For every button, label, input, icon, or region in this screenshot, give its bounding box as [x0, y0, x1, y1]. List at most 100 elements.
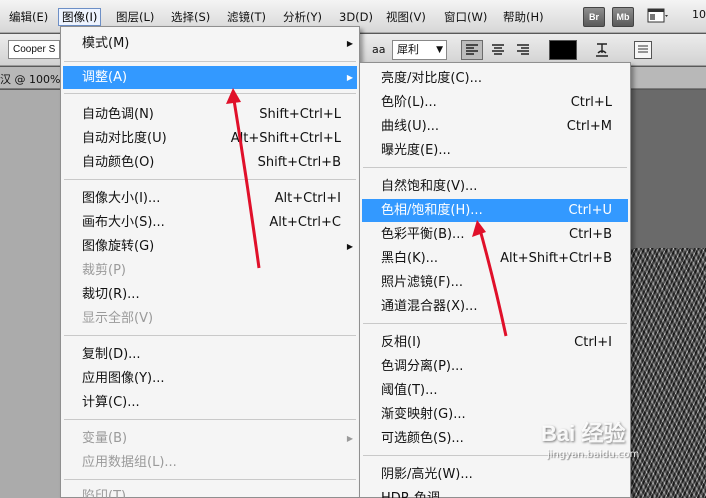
watermark-url: jingyan.baidu.com	[547, 449, 640, 460]
menu-item-image-size[interactable]: 图像大小(I)... Alt+Ctrl+I	[63, 187, 357, 210]
menu-item-shortcut: Ctrl+U	[568, 203, 612, 218]
menu-help[interactable]: 帮助(H)	[500, 8, 547, 26]
menu-filter[interactable]: 滤镜(T)	[224, 8, 269, 26]
baidu-watermark: Bai 经验 jingyan.baidu.com	[541, 416, 691, 476]
menu-item-shortcut: Ctrl+B	[569, 227, 612, 242]
menu-3d[interactable]: 3D(D)	[336, 8, 376, 26]
menu-view[interactable]: 视图(V)	[383, 8, 429, 26]
menu-item-label: 变量(B)	[82, 431, 128, 446]
menu-item-color-balance[interactable]: 色彩平衡(B)... Ctrl+B	[362, 223, 628, 246]
menu-item-shortcut: Alt+Ctrl+I	[274, 191, 341, 206]
menu-item-mode[interactable]: 模式(M) ▶	[63, 32, 357, 55]
menu-item-crop[interactable]: 裁剪(P)	[63, 259, 357, 282]
baidu-logo: Bai 经验	[541, 421, 626, 446]
menu-item-canvas-size[interactable]: 画布大小(S)... Alt+Ctrl+C	[63, 211, 357, 234]
menu-select[interactable]: 选择(S)	[168, 8, 213, 26]
menu-item-posterize[interactable]: 色调分离(P)...	[362, 355, 628, 378]
separator	[64, 93, 356, 94]
menu-item-photo-filter[interactable]: 照片滤镜(F)...	[362, 271, 628, 294]
align-right-button[interactable]	[512, 40, 534, 60]
bridge-icon[interactable]: Br	[583, 7, 605, 27]
menu-item-label: 色调分离(P)...	[381, 359, 464, 374]
menu-item-brightness-contrast[interactable]: 亮度/对比度(C)...	[362, 67, 628, 90]
menu-item-label: 自动颜色(O)	[82, 155, 155, 170]
menu-item-shortcut: Ctrl+I	[574, 335, 612, 350]
menu-item-auto-tone[interactable]: 自动色调(N) Shift+Ctrl+L	[63, 103, 357, 126]
menu-edit[interactable]: 编辑(E)	[6, 8, 51, 26]
submenu-arrow-icon: ▶	[346, 242, 353, 251]
separator	[363, 323, 627, 324]
menu-item-calculations[interactable]: 计算(C)...	[63, 391, 357, 414]
submenu-arrow-icon: ▶	[346, 73, 353, 82]
menu-item-label: 色阶(L)...	[381, 95, 437, 110]
menu-item-trap[interactable]: 陷印(T)...	[63, 485, 357, 498]
menu-item-shortcut: Ctrl+L	[570, 95, 612, 110]
submenu-arrow-icon: ▶	[346, 39, 353, 48]
menu-item-trim[interactable]: 裁切(R)...	[63, 283, 357, 306]
separator	[64, 419, 356, 420]
menu-item-threshold[interactable]: 阈值(T)...	[362, 379, 628, 402]
menu-item-channel-mixer[interactable]: 通道混合器(X)...	[362, 295, 628, 318]
menu-item-label: 应用数据组(L)...	[82, 455, 177, 470]
menu-item-label: 自动对比度(U)	[82, 131, 167, 146]
menu-item-label: 裁剪(P)	[82, 263, 126, 278]
font-family-field[interactable]: Cooper S	[8, 40, 60, 59]
menu-item-apply-image[interactable]: 应用图像(Y)...	[63, 367, 357, 390]
menu-window[interactable]: 窗口(W)	[441, 8, 490, 26]
separator	[363, 167, 627, 168]
menu-item-label: 可选颜色(S)...	[381, 431, 464, 446]
menu-item-levels[interactable]: 色阶(L)... Ctrl+L	[362, 91, 628, 114]
menu-item-variables[interactable]: 变量(B) ▶	[63, 427, 357, 450]
menu-item-auto-color[interactable]: 自动颜色(O) Shift+Ctrl+B	[63, 151, 357, 174]
menu-item-label: HDR 色调...	[381, 487, 452, 498]
menu-item-vibrance[interactable]: 自然饱和度(V)...	[362, 175, 628, 198]
menu-item-label: 阴影/高光(W)...	[381, 467, 473, 482]
menu-item-reveal-all[interactable]: 显示全部(V)	[63, 307, 357, 330]
align-left-button[interactable]	[461, 40, 483, 60]
menu-item-label: 裁切(R)...	[82, 287, 140, 302]
menu-item-hue-saturation[interactable]: 色相/饱和度(H)... Ctrl+U	[362, 199, 628, 222]
menu-item-black-white[interactable]: 黑白(K)... Alt+Shift+Ctrl+B	[362, 247, 628, 270]
screen-mode-icon[interactable]	[647, 7, 669, 25]
menu-item-label: 自动色调(N)	[82, 107, 154, 122]
menu-item-duplicate[interactable]: 复制(D)...	[63, 343, 357, 366]
menu-item-label: 亮度/对比度(C)...	[381, 71, 482, 86]
menu-item-label: 曝光度(E)...	[381, 143, 451, 158]
menu-layer[interactable]: 图层(L)	[113, 8, 157, 26]
align-center-icon	[492, 44, 504, 55]
menu-analysis[interactable]: 分析(Y)	[280, 8, 325, 26]
image-menu: 模式(M) ▶ 调整(A) ▶ 自动色调(N) Shift+Ctrl+L 自动对…	[60, 26, 360, 498]
menu-item-hdr-toning[interactable]: HDR 色调...	[362, 487, 628, 498]
separator	[64, 179, 356, 180]
character-panel-icon[interactable]	[634, 41, 652, 59]
menu-item-label: 图像大小(I)...	[82, 191, 161, 206]
menu-item-adjustments[interactable]: 调整(A) ▶	[63, 66, 357, 89]
menu-image[interactable]: 图像(I)	[58, 8, 102, 26]
anti-alias-select[interactable]: 犀利 ▼	[392, 40, 447, 60]
anti-alias-value: 犀利	[397, 43, 419, 56]
menu-item-exposure[interactable]: 曝光度(E)...	[362, 139, 628, 162]
menu-item-label: 模式(M)	[82, 36, 130, 51]
menu-item-label: 显示全部(V)	[82, 311, 154, 326]
menu-item-image-rotation[interactable]: 图像旋转(G) ▶	[63, 235, 357, 258]
menu-item-label: 陷印(T)...	[82, 489, 139, 498]
document-tab-title: 汉 @ 100%(	[0, 73, 65, 86]
zoom-level[interactable]: 10	[692, 8, 706, 21]
menu-item-label: 应用图像(Y)...	[82, 371, 165, 386]
menu-item-auto-contrast[interactable]: 自动对比度(U) Alt+Shift+Ctrl+L	[63, 127, 357, 150]
menu-item-label: 色彩平衡(B)...	[381, 227, 465, 242]
menu-item-apply-data-set[interactable]: 应用数据组(L)...	[63, 451, 357, 474]
menu-item-shortcut: Alt+Ctrl+C	[269, 215, 341, 230]
chevron-down-icon: ▼	[436, 45, 443, 55]
align-center-button[interactable]	[487, 40, 509, 60]
align-left-icon	[466, 44, 478, 55]
menu-item-shortcut: Shift+Ctrl+L	[259, 107, 341, 122]
warp-text-icon[interactable]	[592, 41, 612, 61]
menu-item-curves[interactable]: 曲线(U)... Ctrl+M	[362, 115, 628, 138]
text-color-swatch[interactable]	[549, 40, 577, 60]
mini-bridge-icon[interactable]: Mb	[612, 7, 634, 27]
menu-item-invert[interactable]: 反相(I) Ctrl+I	[362, 331, 628, 354]
menu-item-label: 复制(D)...	[82, 347, 141, 362]
menu-item-label: 计算(C)...	[82, 395, 140, 410]
anti-alias-icon: aa	[372, 43, 386, 56]
